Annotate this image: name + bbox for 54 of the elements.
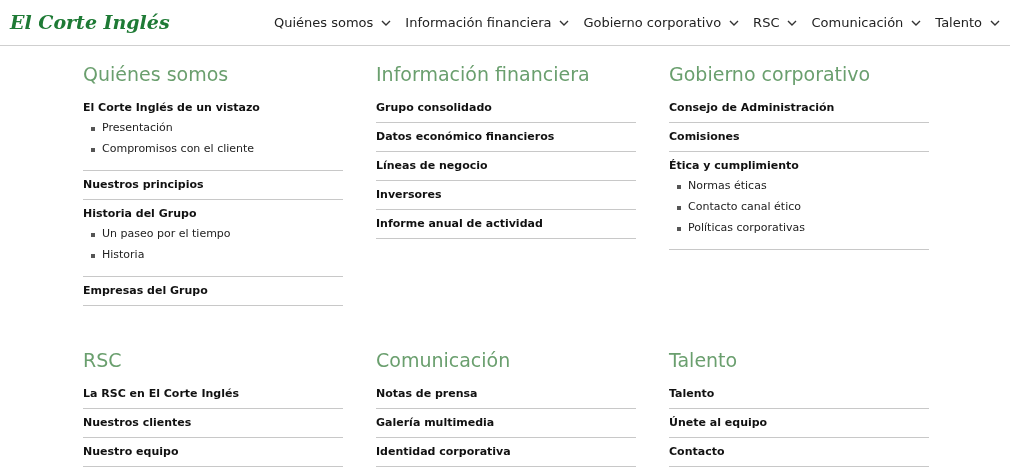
menu-link[interactable]: Líneas de negocio — [376, 152, 636, 180]
bullet-icon — [677, 205, 681, 210]
nav-menu-item[interactable]: Información financiera — [405, 12, 570, 33]
menu-link[interactable]: Nuestros principios — [83, 171, 343, 199]
submenu-link[interactable]: Historia — [102, 247, 145, 264]
menu-link[interactable]: Contacto — [669, 438, 929, 466]
bullet-icon — [677, 184, 681, 189]
submenu-link[interactable]: Políticas corporativas — [688, 220, 806, 237]
submenu-link[interactable]: Presentación — [102, 120, 173, 137]
nav-menu-item[interactable]: Gobierno corporativo — [583, 12, 740, 33]
section-heading: Comunicación — [376, 348, 512, 372]
bullet-icon — [91, 147, 95, 152]
nav-menu-item[interactable]: RSC — [753, 12, 798, 33]
menu-link[interactable]: Grupo consolidado — [376, 94, 636, 122]
menu-link[interactable]: Notas de prensa — [376, 380, 636, 408]
section-heading: RSC — [83, 348, 123, 372]
nav-menu-item[interactable]: Talento — [935, 12, 1000, 33]
bullet-icon — [91, 232, 95, 237]
menu-link[interactable]: La RSC en El Corte Inglés — [83, 380, 343, 408]
submenu-link[interactable]: Normas éticas — [688, 178, 767, 195]
menu-link[interactable]: Informe anual de actividad — [376, 210, 636, 238]
section-heading: Gobierno corporativo — [669, 62, 872, 86]
chevron-down-icon — [381, 19, 392, 26]
bullet-icon — [677, 226, 681, 231]
chevron-down-icon — [990, 19, 1000, 26]
nav-menu-item[interactable]: Quiénes somos — [273, 12, 392, 33]
menu-link[interactable]: Comisiones — [669, 123, 929, 151]
menu-link[interactable]: Nuestros clientes — [83, 409, 343, 437]
menu-link[interactable]: Datos económico financieros — [376, 123, 636, 151]
logo[interactable]: El Corte Inglés — [10, 8, 170, 37]
section-heading: Talento — [669, 348, 739, 372]
submenu-link[interactable]: Compromisos con el cliente — [102, 141, 255, 158]
bullet-icon — [91, 253, 95, 258]
bullet-icon — [91, 126, 95, 131]
menu-link[interactable]: Únete al equipo — [669, 409, 929, 437]
chevron-down-icon — [729, 19, 740, 26]
menu-link[interactable]: Ética y cumplimiento — [669, 152, 929, 180]
menu-link[interactable]: Galería multimedia — [376, 409, 636, 437]
nav-menu-item[interactable]: Comunicación — [811, 12, 922, 33]
menu-link[interactable]: Identidad corporativa — [376, 438, 636, 466]
menu-link[interactable]: Historia del Grupo — [83, 200, 343, 228]
chevron-down-icon — [787, 19, 798, 26]
submenu-link[interactable]: Un paseo por el tiempo — [102, 226, 231, 243]
menu-link[interactable]: Inversores — [376, 181, 636, 209]
menu-link[interactable]: Nuestro equipo — [83, 438, 343, 466]
chevron-down-icon — [559, 19, 570, 26]
chevron-down-icon — [911, 19, 922, 26]
section-heading: Información financiera — [376, 62, 591, 86]
menu-link[interactable]: Consejo de Administración — [669, 94, 929, 122]
submenu-link[interactable]: Contacto canal ético — [688, 199, 801, 216]
menu-link[interactable]: El Corte Inglés de un vistazo — [83, 94, 343, 122]
menu-link[interactable]: Empresas del Grupo — [83, 277, 343, 305]
menu-link[interactable]: Talento — [669, 380, 929, 408]
section-heading: Quiénes somos — [83, 62, 230, 86]
